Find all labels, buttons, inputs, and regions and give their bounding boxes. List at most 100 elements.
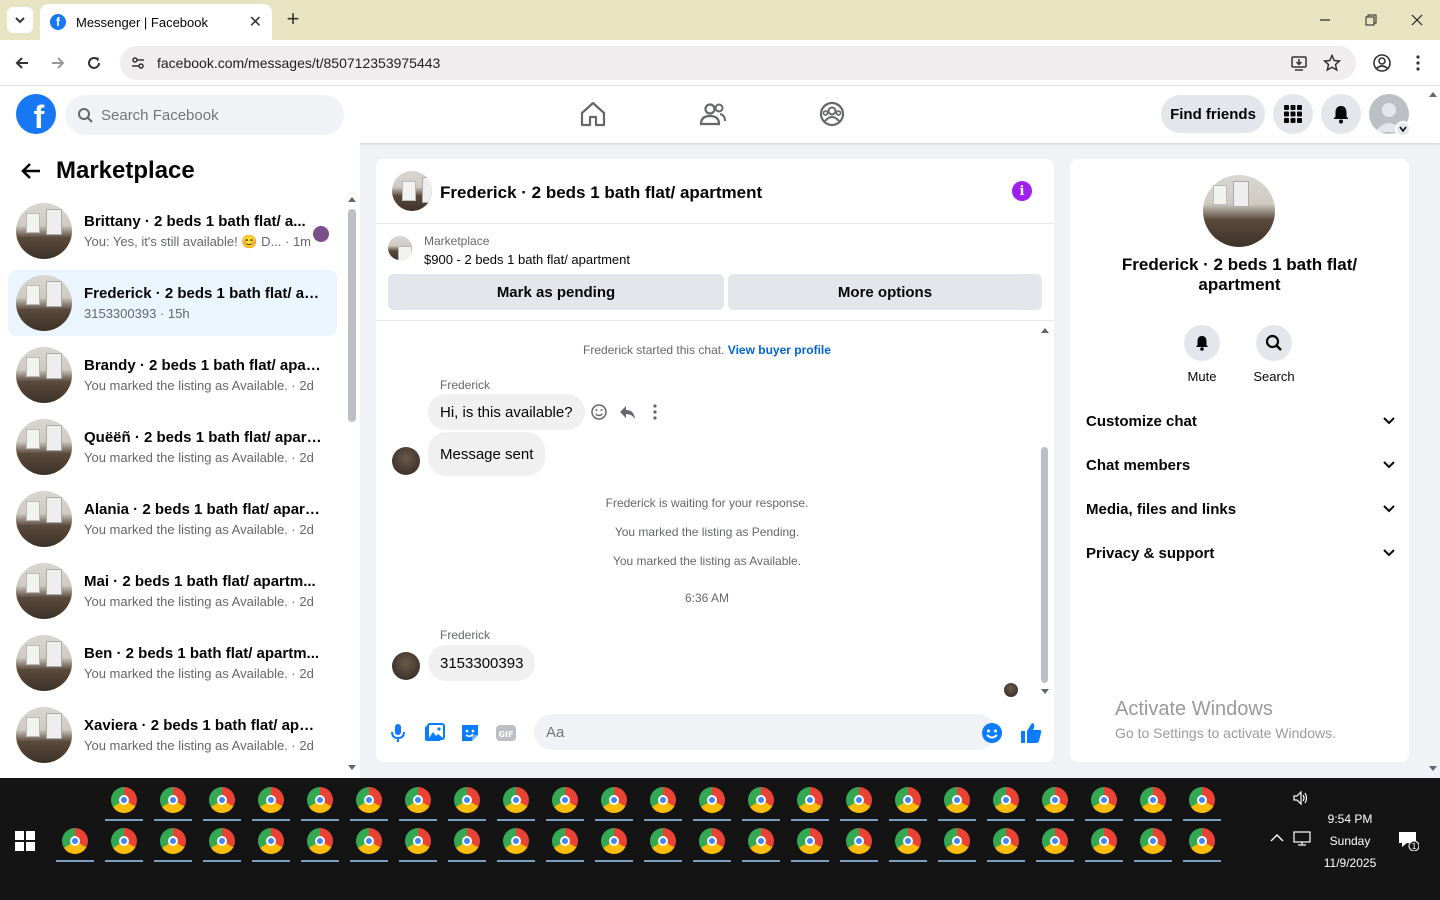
message-bubble[interactable]: 3153300393 [428, 645, 536, 681]
taskbar-chrome-window-icon[interactable] [356, 828, 382, 854]
mute-action[interactable]: Mute [1172, 325, 1232, 384]
taskbar-chrome-window-icon[interactable] [1091, 787, 1117, 813]
conversation-item[interactable]: Alania · 2 beds 1 bath flat/ apart... You… [8, 486, 337, 552]
taskbar-chrome-window-icon[interactable] [1189, 828, 1215, 854]
windows-start-icon[interactable] [15, 831, 35, 851]
photo-icon[interactable] [422, 721, 446, 745]
taskbar-chrome-window-icon[interactable] [944, 787, 970, 813]
back-button[interactable] [11, 52, 33, 74]
emoji-icon[interactable] [980, 721, 1004, 745]
taskbar-chrome-window-icon[interactable] [258, 828, 284, 854]
url-text[interactable]: facebook.com/messages/t/850712353975443 [157, 55, 440, 71]
taskbar-chrome-window-icon[interactable] [1189, 787, 1215, 813]
install-app-icon[interactable] [1290, 54, 1308, 72]
profile-icon[interactable] [1372, 53, 1392, 73]
details-section-row[interactable]: Media, files and links [1086, 497, 1396, 521]
taskbar-clock[interactable]: 9:54 PM Sunday 11/9/2025 [1318, 808, 1382, 874]
taskbar-chrome-window-icon[interactable] [601, 787, 627, 813]
sender-avatar[interactable] [392, 652, 420, 680]
home-icon[interactable] [579, 100, 607, 128]
friends-icon[interactable] [699, 100, 727, 128]
taskbar-chrome-window-icon[interactable] [160, 828, 186, 854]
search-input[interactable] [101, 106, 321, 124]
scroll-down-icon[interactable] [1040, 688, 1050, 696]
groups-icon[interactable] [818, 100, 846, 128]
reply-icon[interactable] [618, 403, 636, 421]
taskbar-chrome-window-icon[interactable] [552, 828, 578, 854]
taskbar-chrome-window-icon[interactable] [356, 787, 382, 813]
conversation-item[interactable]: Quëëñ · 2 beds 1 bath flat/ apart... You … [8, 414, 337, 480]
taskbar-chrome-window-icon[interactable] [650, 787, 676, 813]
taskbar-chrome-window-icon[interactable] [454, 828, 480, 854]
chat-scrollbar[interactable] [1041, 447, 1048, 683]
search-button[interactable] [1256, 325, 1292, 361]
taskbar-chrome-window-icon[interactable] [993, 828, 1019, 854]
show-hidden-icons-chevron-up-icon[interactable] [1270, 833, 1284, 843]
taskbar-chrome-window-icon[interactable] [111, 787, 137, 813]
volume-icon[interactable] [1292, 790, 1310, 806]
tab-search-button[interactable] [7, 7, 33, 33]
profile-photo[interactable] [1203, 175, 1275, 247]
taskbar-chrome-window-icon[interactable] [993, 787, 1019, 813]
taskbar-chrome-window-icon[interactable] [307, 787, 333, 813]
conversation-item[interactable]: Brittany · 2 beds 1 bath flat/ a... You: … [8, 198, 337, 264]
network-icon[interactable] [1293, 830, 1311, 846]
scroll-up-icon[interactable] [347, 195, 357, 203]
taskbar-chrome-window-icon[interactable] [405, 787, 431, 813]
restore-button[interactable] [1359, 8, 1383, 32]
close-window-button[interactable] [1405, 8, 1429, 32]
omnibox[interactable]: facebook.com/messages/t/850712353975443 [120, 46, 1356, 80]
taskbar-chrome-window-icon[interactable] [160, 787, 186, 813]
taskbar-chrome-window-icon[interactable] [209, 787, 235, 813]
taskbar-chrome-window-icon[interactable] [454, 787, 480, 813]
more-menu-icon[interactable] [1408, 53, 1428, 73]
message-input-wrapper[interactable] [534, 714, 996, 750]
taskbar-chrome-window-icon[interactable] [601, 828, 627, 854]
reload-button[interactable] [83, 52, 105, 74]
taskbar-chrome-window-icon[interactable] [111, 828, 137, 854]
taskbar-chrome-window-icon[interactable] [650, 828, 676, 854]
taskbar-chrome-window-icon[interactable] [552, 787, 578, 813]
taskbar-chrome-window-icon[interactable] [846, 828, 872, 854]
taskbar-chrome-window-icon[interactable] [1140, 828, 1166, 854]
chat-avatar[interactable] [392, 171, 432, 211]
back-arrow-icon[interactable] [20, 160, 42, 182]
new-tab-button[interactable]: + [282, 8, 304, 30]
sidebar-scrollbar[interactable] [348, 209, 356, 422]
react-emoji-icon[interactable] [590, 403, 608, 421]
taskbar-chrome-window-icon[interactable] [797, 787, 823, 813]
notifications-button[interactable] [1321, 94, 1361, 134]
taskbar-chrome-window-icon[interactable] [797, 828, 823, 854]
facebook-logo[interactable]: f [16, 94, 56, 134]
bookmark-star-icon[interactable] [1323, 54, 1341, 72]
close-tab-icon[interactable]: ✕ [249, 12, 262, 32]
taskbar-chrome-window-icon[interactable] [699, 787, 725, 813]
page-scroll-down-icon[interactable] [1428, 765, 1438, 773]
taskbar-chrome-window-icon[interactable] [699, 828, 725, 854]
view-buyer-profile-link[interactable]: View buyer profile [728, 343, 831, 357]
mute-button[interactable] [1184, 325, 1220, 361]
listing-thumbnail[interactable] [388, 236, 412, 260]
details-section-row[interactable]: Chat members [1086, 453, 1396, 477]
thumbs-up-icon[interactable] [1019, 721, 1043, 745]
site-settings-icon[interactable] [130, 55, 146, 71]
browser-tab[interactable]: f Messenger | Facebook ✕ [40, 4, 272, 40]
taskbar-chrome-window-icon[interactable] [1042, 787, 1068, 813]
taskbar-chrome-window-icon[interactable] [895, 828, 921, 854]
taskbar-chrome-window-icon[interactable] [307, 828, 333, 854]
sticker-icon[interactable] [458, 721, 482, 745]
search-action[interactable]: Search [1244, 325, 1304, 384]
notification-center-icon[interactable]: 1 [1397, 829, 1419, 851]
conversation-item[interactable]: Brandy · 2 beds 1 bath flat/ apar... You … [8, 342, 337, 408]
conversation-item[interactable]: Ben · 2 beds 1 bath flat/ apartm... You m… [8, 630, 337, 696]
conversation-item[interactable]: Mai · 2 beds 1 bath flat/ apartm... You m… [8, 558, 337, 624]
taskbar-chrome-window-icon[interactable] [846, 787, 872, 813]
minimize-button[interactable] [1313, 8, 1337, 32]
taskbar-chrome-window-icon[interactable] [62, 828, 88, 854]
sender-avatar[interactable] [392, 447, 420, 475]
taskbar-chrome-window-icon[interactable] [1042, 828, 1068, 854]
menu-button[interactable] [1273, 94, 1313, 134]
taskbar-chrome-window-icon[interactable] [748, 787, 774, 813]
facebook-search[interactable] [65, 95, 344, 135]
taskbar-chrome-window-icon[interactable] [258, 787, 284, 813]
